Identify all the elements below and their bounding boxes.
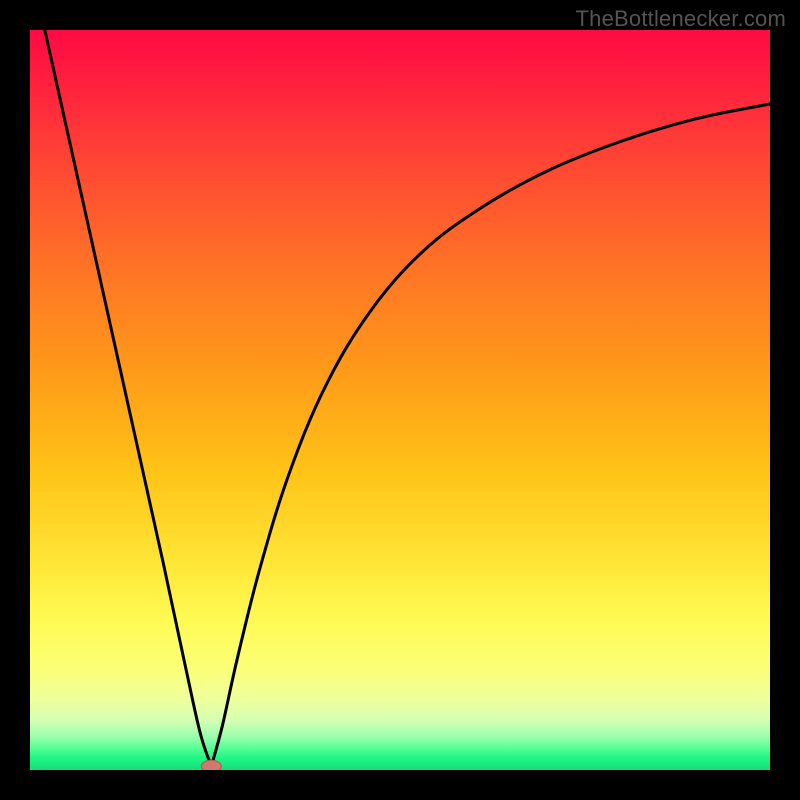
chart-frame: TheBottlenecker.com <box>0 0 800 800</box>
optimal-point-marker <box>201 760 221 770</box>
watermark-text: TheBottlenecker.com <box>576 6 786 32</box>
gradient-background <box>30 30 770 770</box>
bottleneck-chart <box>30 30 770 770</box>
